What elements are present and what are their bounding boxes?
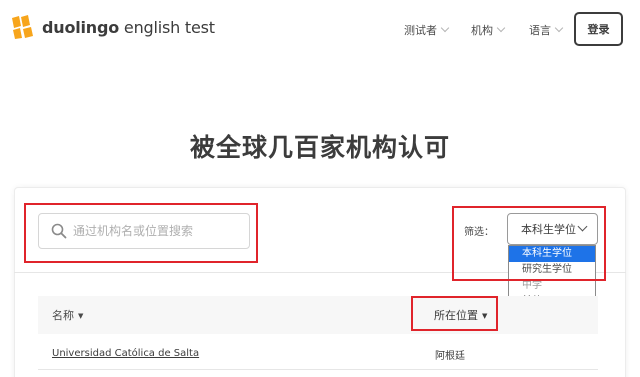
institution-name-link[interactable]: Universidad Católica de Salta xyxy=(52,348,199,359)
nav-label: 测试者 xyxy=(404,24,437,37)
site-header: duolingo english test 测试者 机构 语言 登录 xyxy=(0,0,640,58)
sort-caret-icon: ▼ xyxy=(78,312,84,320)
logo-wordmark: duolingo english test xyxy=(42,17,215,37)
annotation-box-filter xyxy=(452,206,606,281)
annotation-box-search xyxy=(24,203,258,263)
table-header xyxy=(38,296,598,334)
duolingo-logo[interactable]: duolingo english test xyxy=(10,14,215,40)
nav-label: 语言 xyxy=(529,24,551,37)
chevron-down-icon xyxy=(554,23,564,33)
column-header-name[interactable]: 名称 ▼ xyxy=(52,307,83,323)
nav-language[interactable]: 语言 xyxy=(529,22,564,38)
nav-test-takers[interactable]: 测试者 xyxy=(404,22,450,38)
row-divider xyxy=(38,369,598,370)
column-label: 名称 xyxy=(52,309,74,322)
institution-location: 阿根廷 xyxy=(435,351,465,362)
page-title: 被全球几百家机构认可 xyxy=(189,133,450,162)
login-button[interactable]: 登录 xyxy=(574,12,623,46)
chevron-down-icon xyxy=(440,23,450,33)
annotation-box-location xyxy=(411,296,498,331)
duolingo-logo-icon xyxy=(12,15,33,39)
nav-institutions[interactable]: 机构 xyxy=(471,22,506,38)
chevron-down-icon xyxy=(496,23,506,33)
nav-label: 机构 xyxy=(471,24,493,37)
